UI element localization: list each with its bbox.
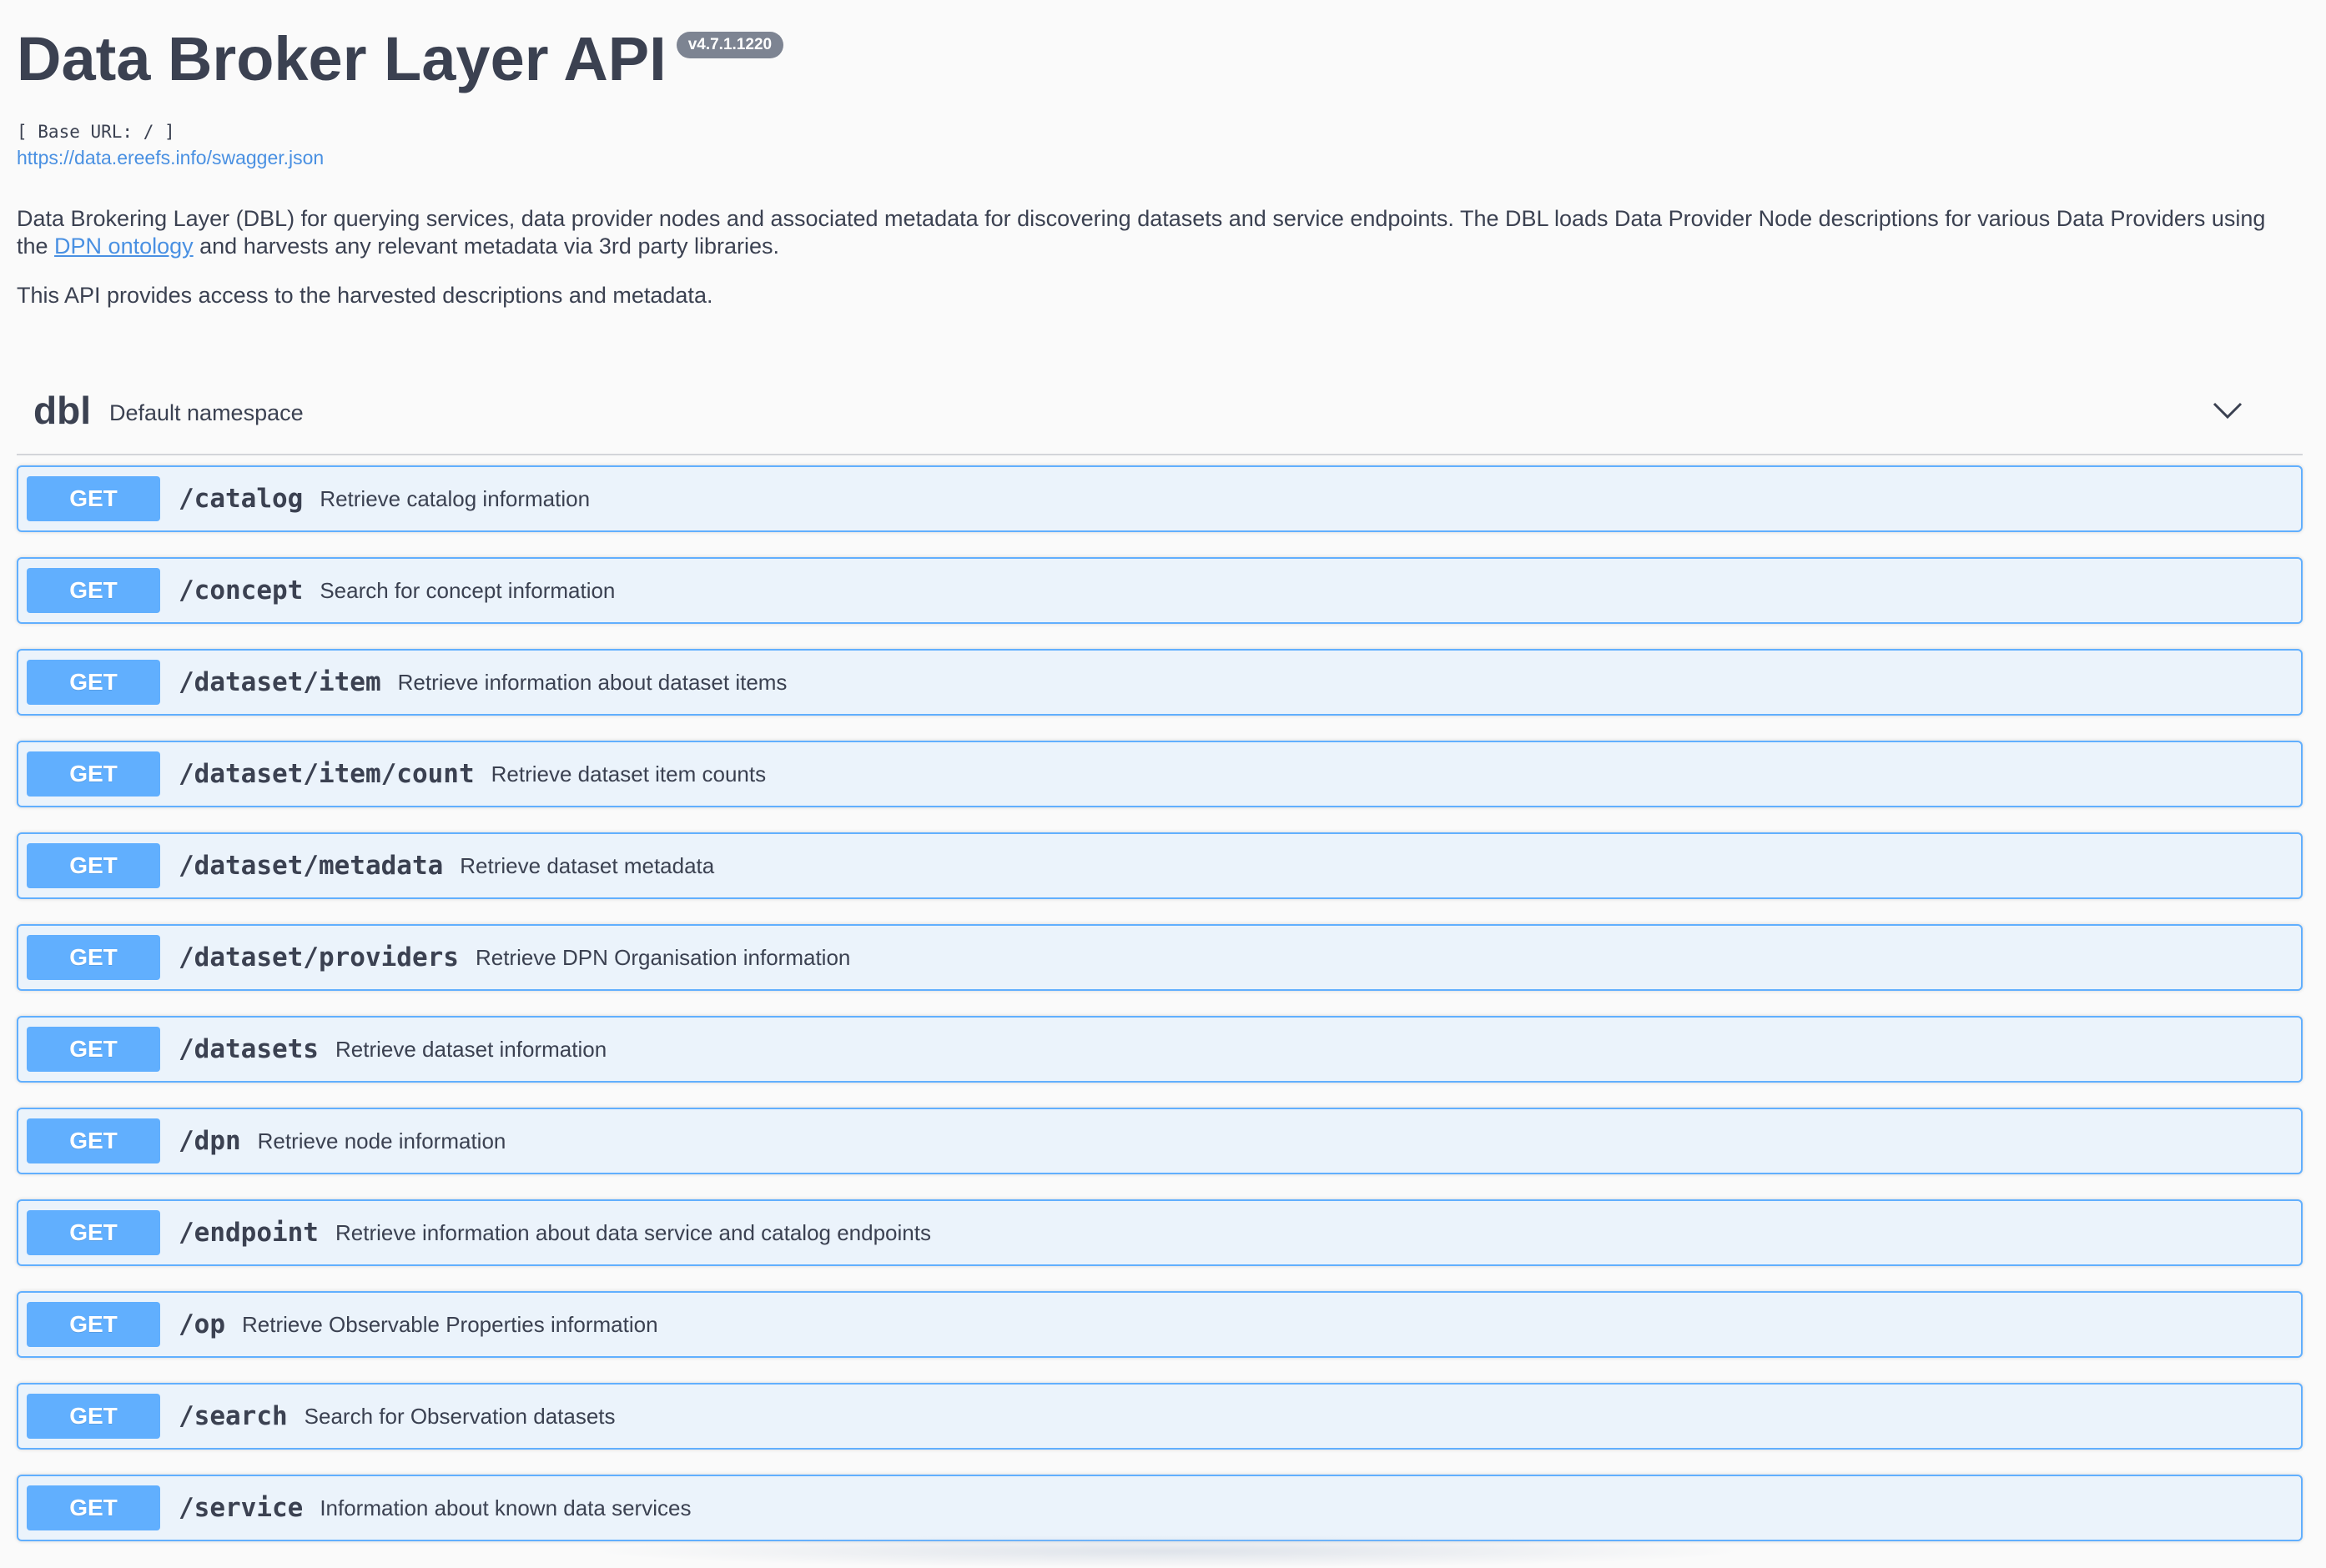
operation-summary: Retrieve node information [257,1128,506,1153]
operation-summary: Search for Observation datasets [304,1403,616,1429]
operation-row[interactable]: GET/dataset/metadata Retrieve dataset met… [17,832,2303,899]
operation-summary: Retrieve Observable Properties informati… [242,1311,658,1337]
scroll-fade [584,1535,1752,1568]
title-row: Data Broker Layer API v4.7.1.1220 [17,25,2303,93]
description-text-after-link: and harvests any relevant metadata via 3… [193,234,779,259]
operation-path[interactable]: /dataset/providers [179,942,459,972]
method-badge-get[interactable]: GET [27,843,160,888]
page-title: Data Broker Layer API [17,24,667,93]
operation-row[interactable]: GET/catalog Retrieve catalog information [17,465,2303,532]
operation-row[interactable]: GET/dataset/item Retrieve information abo… [17,649,2303,716]
operation-path[interactable]: /dataset/item/count [179,759,475,789]
operations-list: GET/catalog Retrieve catalog information G… [17,465,2303,1566]
operation-summary: Information about known data services [320,1495,692,1520]
operation-path[interactable]: /service [179,1493,303,1523]
operation-summary: Retrieve dataset metadata [460,852,715,878]
operation-path[interactable]: /datasets [179,1034,319,1064]
operation-path[interactable]: /dataset/item [179,667,381,697]
operation-summary: Search for concept information [320,577,616,603]
chevron-down-icon[interactable] [2211,394,2244,427]
operation-summary: Retrieve dataset information [335,1036,607,1062]
method-badge-get[interactable]: GET [27,1118,160,1163]
operation-row[interactable]: GET/search Search for Observation dataset… [17,1383,2303,1450]
operation-path[interactable]: /catalog [179,484,303,514]
operation-path[interactable]: /search [179,1401,288,1431]
method-badge-get[interactable]: GET [27,1027,160,1072]
method-badge-get[interactable]: GET [27,660,160,705]
operation-path[interactable]: /dpn [179,1126,241,1156]
operation-row[interactable]: GET/concept Search for concept informatio… [17,557,2303,624]
description-paragraph-2: This API provides access to the harveste… [17,283,713,308]
operation-summary: Retrieve dataset item counts [491,761,767,787]
operation-path[interactable]: /concept [179,575,303,606]
method-badge-get[interactable]: GET [27,751,160,797]
method-badge-get[interactable]: GET [27,1210,160,1255]
api-description: Data Brokering Layer (DBL) for querying … [17,205,2303,331]
operation-summary: Retrieve information about dataset items [397,669,788,695]
namespace-header[interactable]: dbl Default namespace [17,367,2303,455]
operation-row[interactable]: GET/dpn Retrieve node information [17,1108,2303,1174]
operation-summary: Retrieve DPN Organisation information [475,944,851,970]
spec-json-link[interactable]: https://data.ereefs.info/swagger.json [17,147,324,169]
method-badge-get[interactable]: GET [27,1302,160,1347]
version-badge: v4.7.1.1220 [676,32,784,58]
method-badge-get[interactable]: GET [27,1485,160,1530]
base-url: [ Base URL: / ] [17,122,175,142]
method-badge-get[interactable]: GET [27,935,160,980]
namespace-description: Default namespace [108,400,304,425]
operation-summary: Retrieve information about data service … [335,1219,931,1245]
operation-row[interactable]: GET/service Information about known data … [17,1475,2303,1541]
method-badge-get[interactable]: GET [27,1394,160,1439]
operation-row[interactable]: GET/dataset/item/count Retrieve dataset i… [17,741,2303,807]
method-badge-get[interactable]: GET [27,476,160,521]
method-badge-get[interactable]: GET [27,568,160,613]
operation-path[interactable]: /op [179,1309,225,1339]
operation-row[interactable]: GET/datasets Retrieve dataset information [17,1016,2303,1083]
operation-row[interactable]: GET/op Retrieve Observable Properties inf… [17,1291,2303,1358]
api-info: Data Broker Layer API v4.7.1.1220 [ Base… [17,25,2303,309]
operation-path[interactable]: /dataset/metadata [179,851,443,881]
operation-row[interactable]: GET/endpoint Retrieve information about d… [17,1199,2303,1266]
dpn-ontology-link[interactable]: DPN ontology [54,234,194,259]
description-paragraph-1: Data Brokering Layer (DBL) for querying … [17,205,2303,260]
operation-path[interactable]: /endpoint [179,1218,319,1248]
operation-row[interactable]: GET/dataset/providers Retrieve DPN Organi… [17,924,2303,991]
namespace-name[interactable]: dbl [33,388,91,433]
operation-summary: Retrieve catalog information [320,485,591,511]
